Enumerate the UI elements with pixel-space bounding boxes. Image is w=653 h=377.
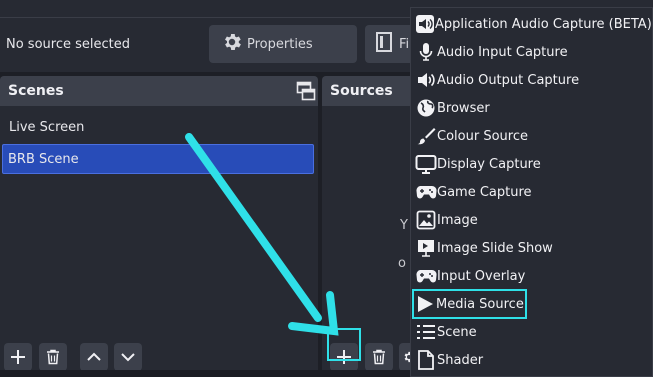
menu-item-image-slide-show[interactable]: Image Slide Show (415, 235, 647, 261)
speaker-icon (415, 69, 437, 91)
menu-item-label: Media Source (436, 296, 524, 312)
filter-icon (375, 31, 395, 57)
scene-item-label: BRB Scene (8, 151, 79, 167)
chevron-up-icon (87, 352, 101, 361)
chevron-down-icon (121, 353, 135, 362)
menu-item-label: Image (437, 212, 478, 228)
menu-item-application-audio-capture[interactable]: Application Audio Capture (BETA) (415, 11, 652, 37)
menu-item-label: Scene (437, 324, 477, 340)
globe-icon (415, 97, 437, 119)
menu-item-colour-source[interactable]: Colour Source (415, 123, 647, 149)
no-source-text: No source selected (6, 37, 130, 52)
menu-item-label: Browser (437, 100, 490, 116)
menu-item-browser[interactable]: Browser (415, 95, 647, 121)
remove-source-button[interactable] (365, 343, 393, 371)
trash-icon (47, 349, 59, 365)
move-scene-down-button[interactable] (114, 343, 142, 371)
menu-item-label: Shader (437, 352, 484, 368)
menu-item-display-capture[interactable]: Display Capture (415, 151, 647, 177)
plus-icon (11, 350, 25, 364)
menu-item-label: Audio Input Capture (437, 44, 568, 60)
microphone-icon (415, 41, 437, 63)
properties-label: Properties (247, 36, 313, 52)
sources-title: Sources (330, 83, 393, 99)
file-icon (415, 349, 437, 371)
speaker-icon (415, 13, 435, 35)
add-button-highlight (327, 328, 361, 361)
menu-item-scene[interactable]: Scene (415, 319, 647, 345)
paintbrush-icon (415, 125, 437, 147)
menu-item-label: Display Capture (437, 156, 541, 172)
list-icon (415, 321, 437, 343)
image-icon (415, 209, 437, 231)
scenes-dock: Scenes Live Screen BRB Scene (0, 76, 318, 377)
scenes-title: Scenes (8, 83, 64, 99)
menu-item-audio-output-capture[interactable]: Audio Output Capture (415, 67, 647, 93)
menu-item-media-source[interactable]: Media Source (412, 289, 527, 319)
menu-item-label: Game Capture (437, 184, 532, 200)
properties-button[interactable]: Properties (209, 25, 357, 63)
menu-item-game-capture[interactable]: Game Capture (415, 179, 647, 205)
scene-item-label: Live Screen (9, 119, 85, 135)
gamepad-icon (415, 181, 437, 203)
sources-empty-hint-line1: Y (400, 218, 408, 233)
gear-icon (221, 31, 243, 57)
sources-empty-hint-line2: o (398, 256, 406, 271)
add-source-menu: Application Audio Capture (BETA) Audio I… (410, 7, 653, 377)
filters-label: Fi (399, 36, 410, 52)
menu-item-label: Audio Output Capture (437, 72, 580, 88)
scenes-header: Scenes (0, 76, 318, 106)
move-scene-up-button[interactable] (80, 343, 108, 371)
add-scene-button[interactable] (4, 343, 32, 371)
menu-item-label: Application Audio Capture (BETA) (435, 16, 652, 32)
menu-item-label: Input Overlay (437, 268, 526, 284)
trash-icon (373, 349, 385, 365)
menu-item-shader[interactable]: Shader (415, 347, 647, 373)
sources-header: Sources (322, 76, 422, 106)
monitor-icon (415, 153, 437, 175)
gamepad-icon (415, 265, 437, 287)
scene-list: Live Screen BRB Scene (0, 106, 318, 174)
play-icon (414, 293, 436, 315)
remove-scene-button[interactable] (39, 343, 67, 371)
menu-item-label: Colour Source (437, 128, 528, 144)
menu-item-input-overlay[interactable]: Input Overlay (415, 263, 647, 289)
menu-item-image[interactable]: Image (415, 207, 647, 233)
scene-item-brb-scene[interactable]: BRB Scene (2, 144, 314, 174)
menu-item-label: Image Slide Show (437, 240, 553, 256)
scene-item-live-screen[interactable]: Live Screen (2, 112, 314, 142)
undock-icon[interactable] (296, 81, 316, 105)
slideshow-icon (415, 237, 437, 259)
menu-item-audio-input-capture[interactable]: Audio Input Capture (415, 39, 647, 65)
